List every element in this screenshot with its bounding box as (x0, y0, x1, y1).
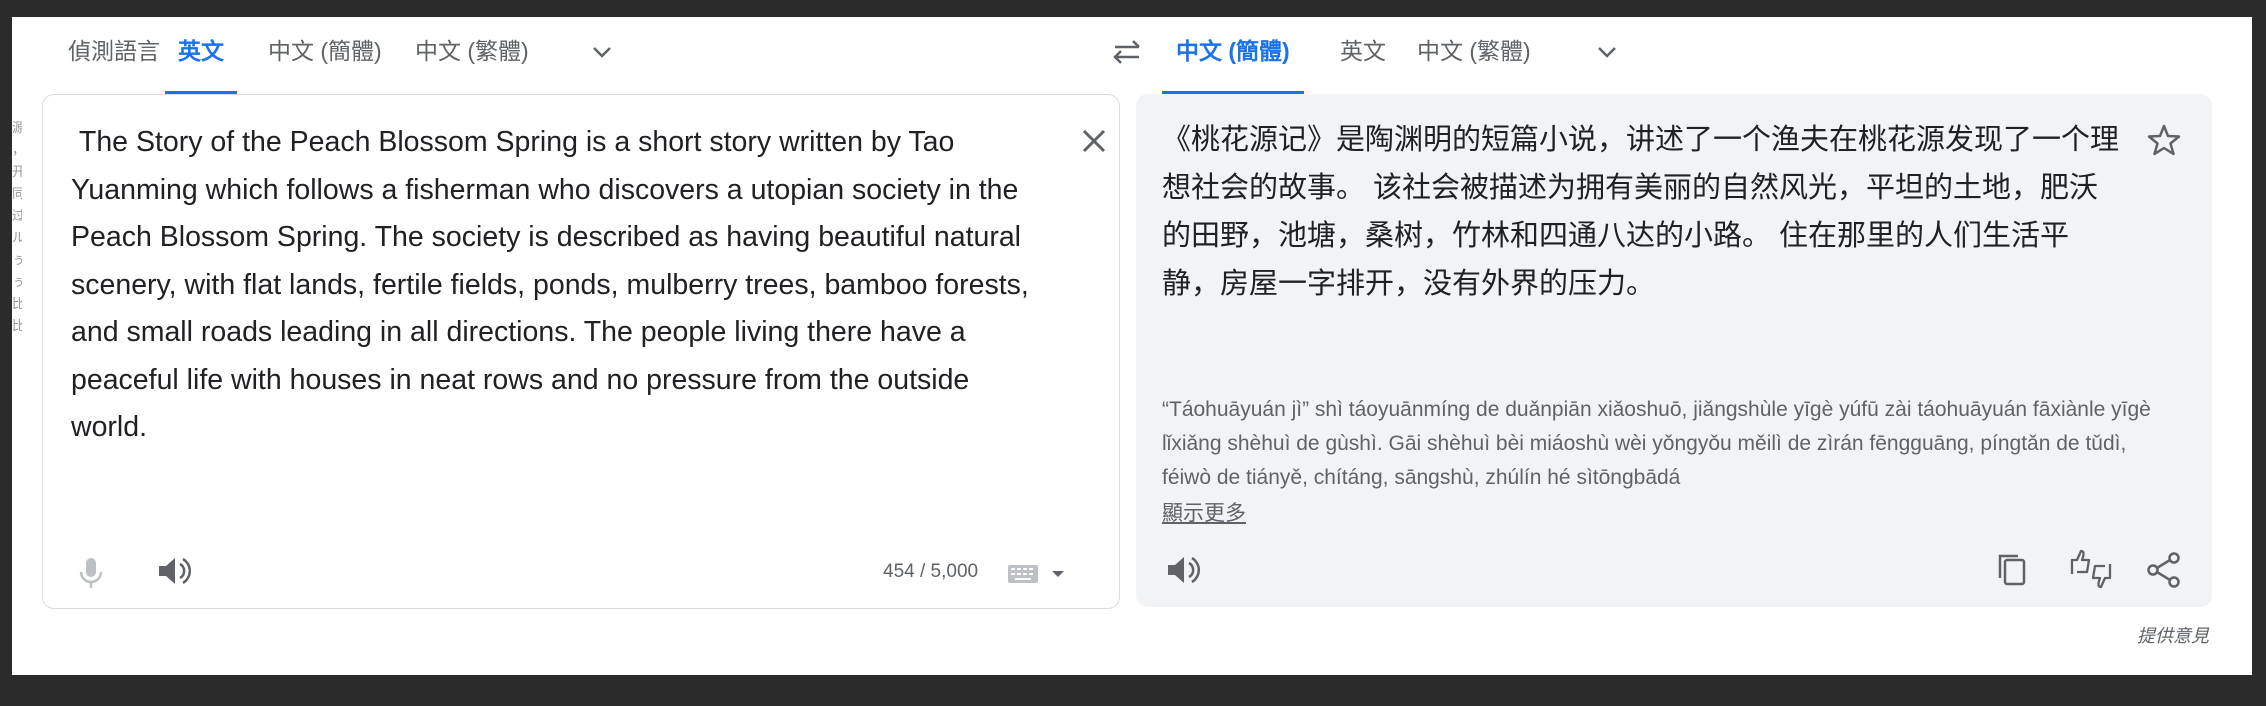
target-language-tabs: 中文 (簡體) 英文 中文 (繁體) (1162, 17, 2162, 94)
background-window-edge-right (2240, 97, 2252, 127)
translation-output-box: 《桃花源记》是陶渊明的短篇小说，讲述了一个渔夫在桃花源发现了一个理想社会的故事。… (1136, 94, 2212, 607)
source-text-box[interactable]: The Story of the Peach Blossom Spring is… (42, 94, 1120, 609)
source-textarea[interactable]: The Story of the Peach Blossom Spring is… (71, 119, 1031, 452)
speaker-icon[interactable] (153, 551, 193, 591)
swap-languages-icon[interactable] (1107, 35, 1147, 69)
background-window-edge: 源 ， 开 同 过 ル ぅ ぅ 比 比 (12, 120, 22, 333)
speaker-icon[interactable] (1162, 550, 1202, 590)
translated-text: 《桃花源记》是陶渊明的短篇小说，讲述了一个渔夫在桃花源发现了一个理想社会的故事。… (1162, 124, 2120, 300)
close-icon[interactable] (1078, 125, 1110, 157)
tab-target-english[interactable]: 英文 (1340, 17, 1386, 91)
tab-source-chinese-simplified[interactable]: 中文 (簡體) (268, 17, 382, 91)
keyboard-icon[interactable] (1006, 553, 1068, 593)
tab-target-chinese-traditional[interactable]: 中文 (繁體) (1417, 17, 1531, 91)
show-more-link[interactable]: 顯示更多 (1162, 497, 1246, 527)
rate-translation-icon[interactable] (2068, 548, 2114, 589)
star-icon[interactable] (2146, 122, 2182, 158)
tab-source-english[interactable]: 英文 (165, 17, 237, 94)
translate-panel: 源 ， 开 同 过 ル ぅ ぅ 比 比 偵測語言 英文 中文 (簡體) 中文 (… (12, 17, 2252, 675)
transliteration: “Táohuāyuán jì” shì táoyuānmíng de duǎnp… (1162, 398, 2151, 489)
tab-source-chinese-traditional[interactable]: 中文 (繁體) (415, 17, 529, 91)
chevron-down-icon[interactable] (1592, 37, 1622, 67)
tab-detect-language[interactable]: 偵測語言 (68, 17, 160, 91)
chevron-down-icon[interactable] (587, 37, 617, 67)
tab-target-chinese-simplified[interactable]: 中文 (簡體) (1162, 17, 1304, 94)
share-icon[interactable] (2144, 550, 2184, 590)
microphone-icon[interactable] (71, 553, 111, 593)
copy-icon[interactable] (1992, 550, 2032, 590)
feedback-link[interactable]: 提供意見 (2137, 622, 2209, 648)
character-count: 454 / 5,000 (883, 561, 979, 582)
source-language-tabs: 偵測語言 英文 中文 (簡體) 中文 (繁體) (12, 17, 1112, 94)
